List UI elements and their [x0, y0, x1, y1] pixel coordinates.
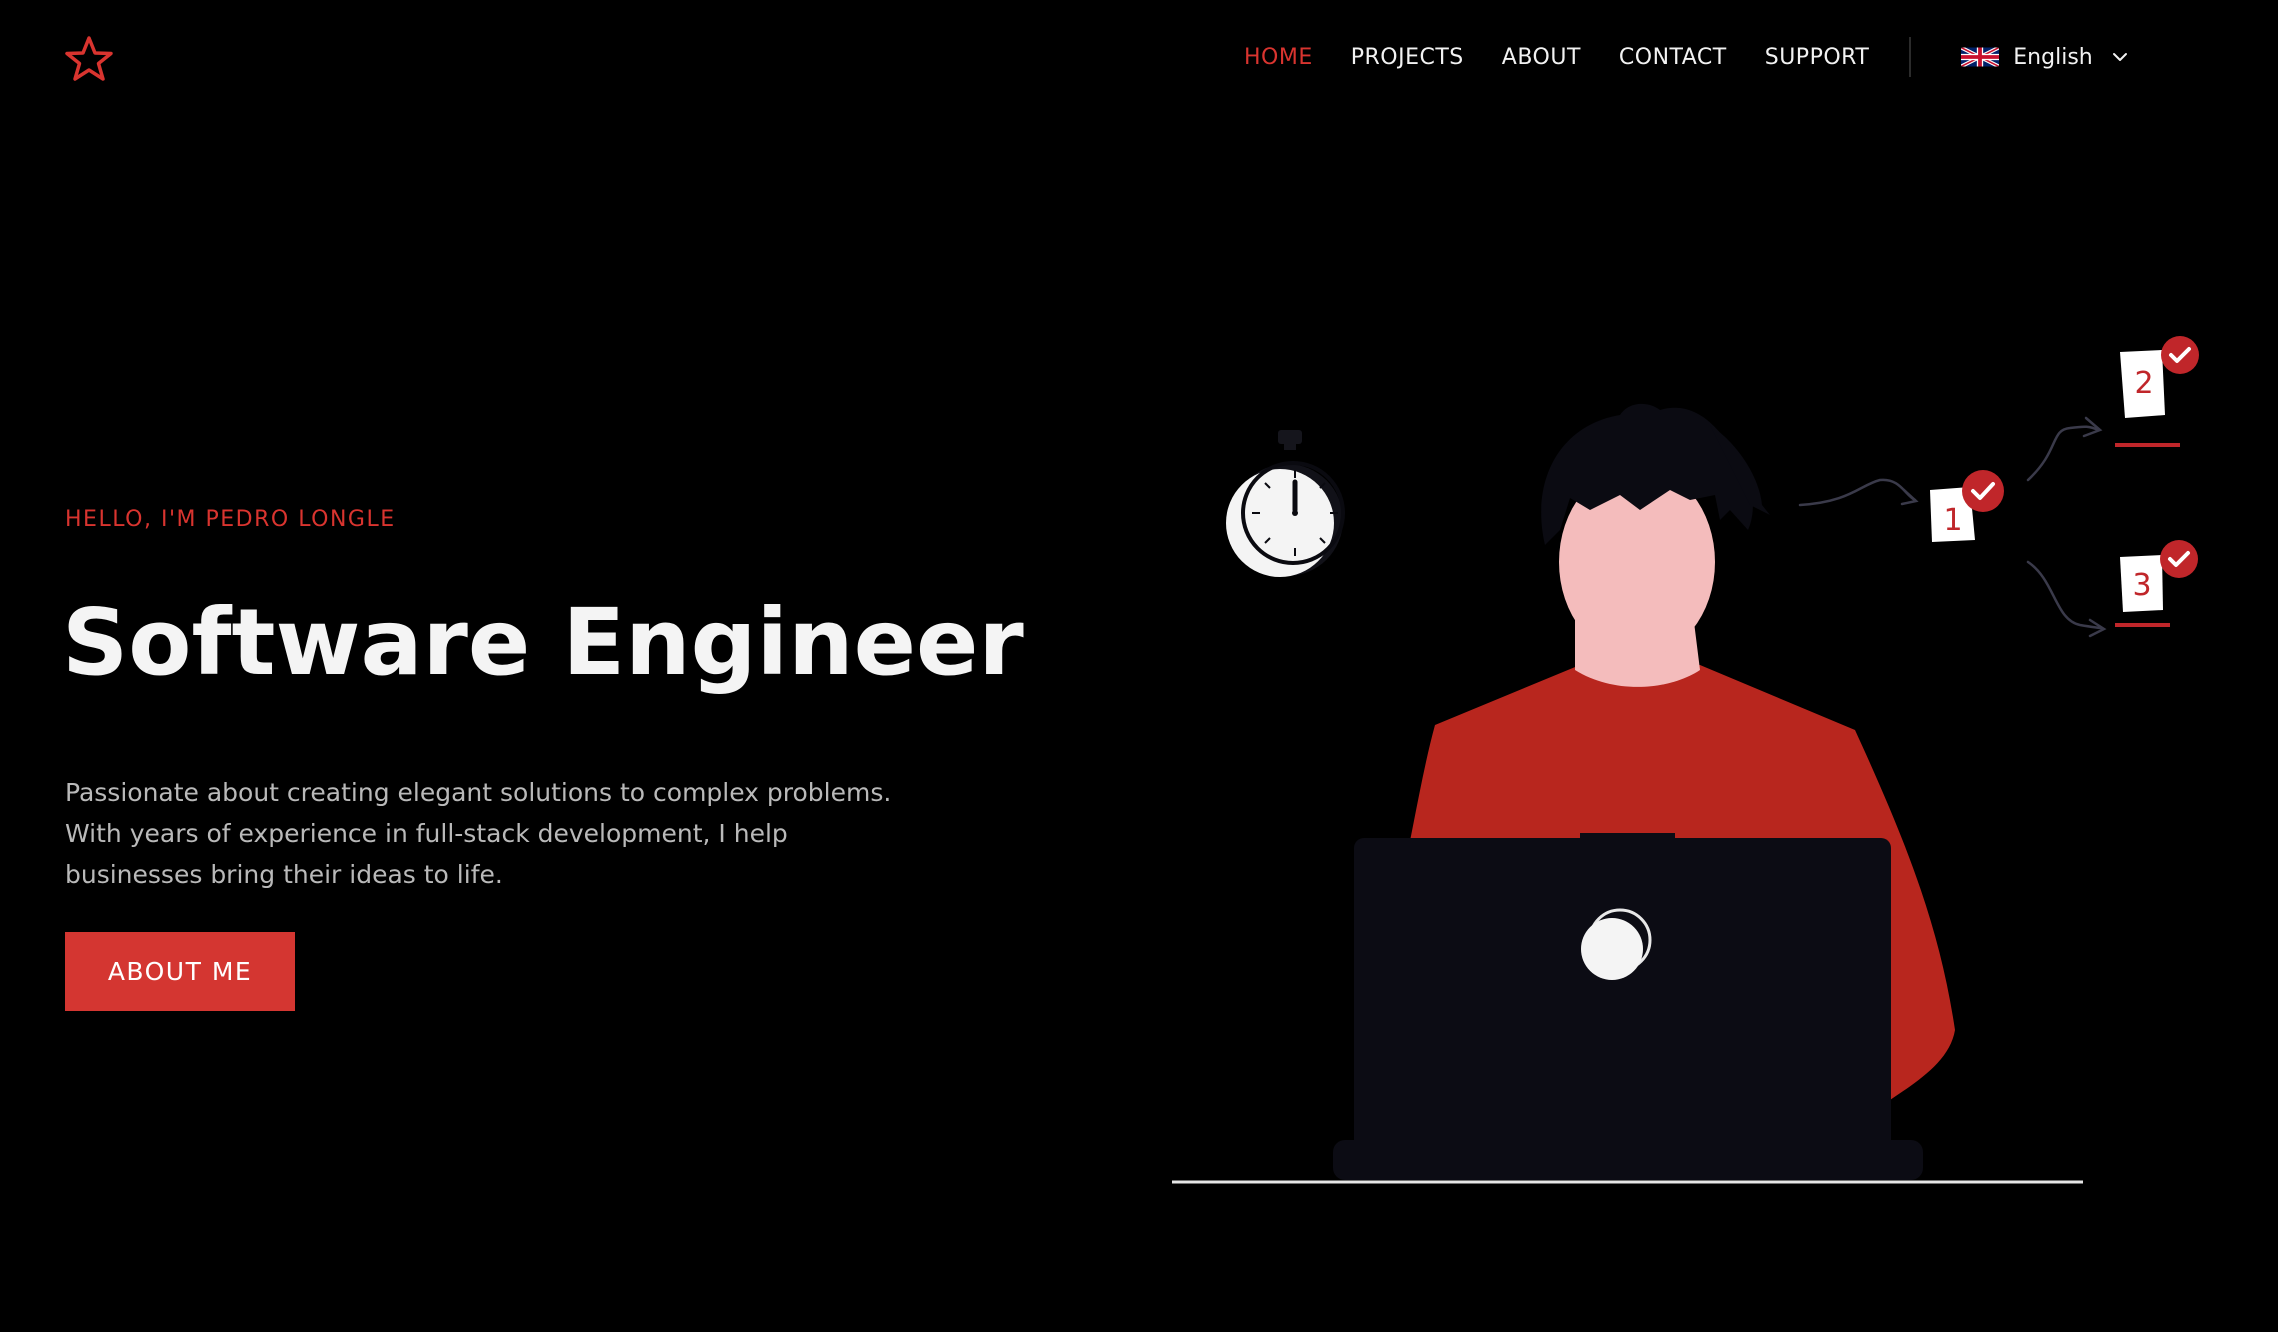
hero-illustration: 1 2 3	[1172, 336, 2199, 1184]
nav-home[interactable]: HOME	[1244, 45, 1313, 70]
task-card-3: 3	[2115, 540, 2198, 627]
nav-projects[interactable]: PROJECTS	[1351, 45, 1464, 70]
nav-divider	[1909, 37, 1912, 77]
nav-contact[interactable]: CONTACT	[1619, 45, 1727, 70]
task-card-1: 1	[1930, 470, 2004, 542]
language-selector[interactable]: English	[1961, 45, 2128, 70]
task-card-2: 2	[2115, 336, 2199, 447]
star-icon[interactable]	[64, 34, 114, 84]
about-me-button[interactable]: ABOUT ME	[65, 932, 295, 1011]
main-nav: HOME PROJECTS ABOUT CONTACT SUPPORT Engl…	[1244, 37, 2129, 77]
hero-description: Passionate about creating elegant soluti…	[65, 778, 892, 889]
person-illustration	[1333, 403, 1955, 1180]
task-card-2-label: 2	[2134, 366, 2153, 401]
nav-about[interactable]: ABOUT	[1502, 45, 1581, 70]
task-card-1-label: 1	[1943, 503, 1962, 538]
page: HOME PROJECTS ABOUT CONTACT SUPPORT Engl…	[0, 0, 2278, 1332]
chevron-down-icon	[2112, 53, 2127, 61]
language-label: English	[2013, 44, 2093, 70]
hero-title: Software Engineer	[62, 589, 1024, 696]
hero-eyebrow: HELLO, I'M PEDRO LONGLE	[65, 507, 396, 532]
uk-flag-icon	[1961, 47, 2000, 67]
task-card-3-label: 3	[2132, 568, 2151, 603]
stopwatch-icon	[1226, 430, 1345, 577]
nav-support[interactable]: SUPPORT	[1765, 45, 1870, 70]
